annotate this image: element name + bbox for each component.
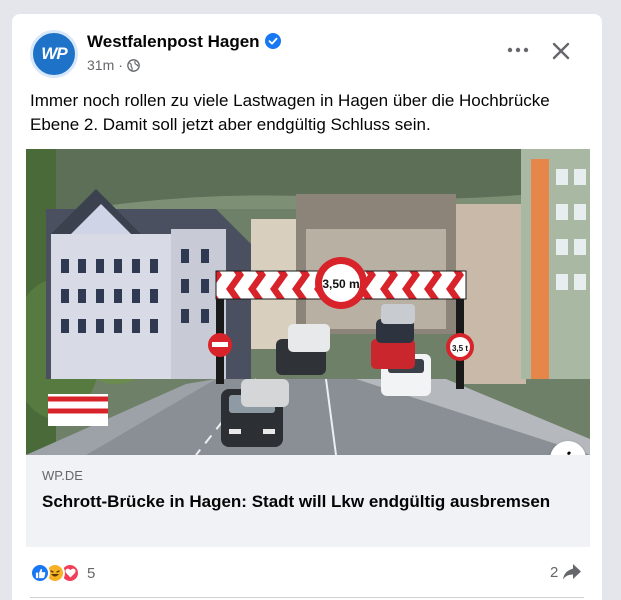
globe-icon (127, 58, 140, 72)
close-button[interactable] (548, 38, 574, 64)
reactions-summary[interactable]: 5 (30, 559, 95, 587)
post-timestamp[interactable]: 31m (87, 57, 114, 73)
post-card: WP Westfalenpost Hagen 31m · Immer noch … (12, 14, 602, 600)
weight-limit-sign: 3,5 t (452, 344, 468, 353)
reaction-count: 5 (87, 564, 96, 582)
post-header: WP Westfalenpost Hagen 31m · (12, 14, 602, 84)
more-horizontal-icon (507, 47, 529, 53)
like-reaction-icon (30, 563, 50, 583)
close-icon (552, 42, 570, 60)
link-domain: WP.DE (42, 468, 83, 483)
link-title[interactable]: Schrott-Brücke in Hagen: Stadt will Lkw … (42, 490, 562, 513)
actions-divider (30, 597, 584, 598)
page-name[interactable]: Westfalenpost Hagen (87, 32, 260, 52)
height-limit-sign: 3,50 m (322, 277, 359, 291)
avatar-logo-text: WP (41, 44, 67, 63)
share-count: 2 (550, 563, 559, 581)
meta-separator: · (118, 57, 123, 73)
post-text: Immer noch rollen zu viele Lastwagen in … (30, 91, 550, 134)
link-preview[interactable]: WP.DE Schrott-Brücke in Hagen: Stadt wil… (26, 455, 590, 547)
post-meta: 31m · (87, 57, 140, 73)
more-options-button[interactable] (505, 38, 531, 62)
bridge-photo: 3,50 m 3,5 t (26, 149, 590, 455)
share-arrow-icon (563, 564, 582, 580)
verified-badge-icon (265, 33, 281, 49)
avatar[interactable]: WP (30, 30, 78, 78)
post-image[interactable]: 3,50 m 3,5 t (26, 149, 590, 455)
shares-summary[interactable]: 2 (550, 563, 582, 581)
